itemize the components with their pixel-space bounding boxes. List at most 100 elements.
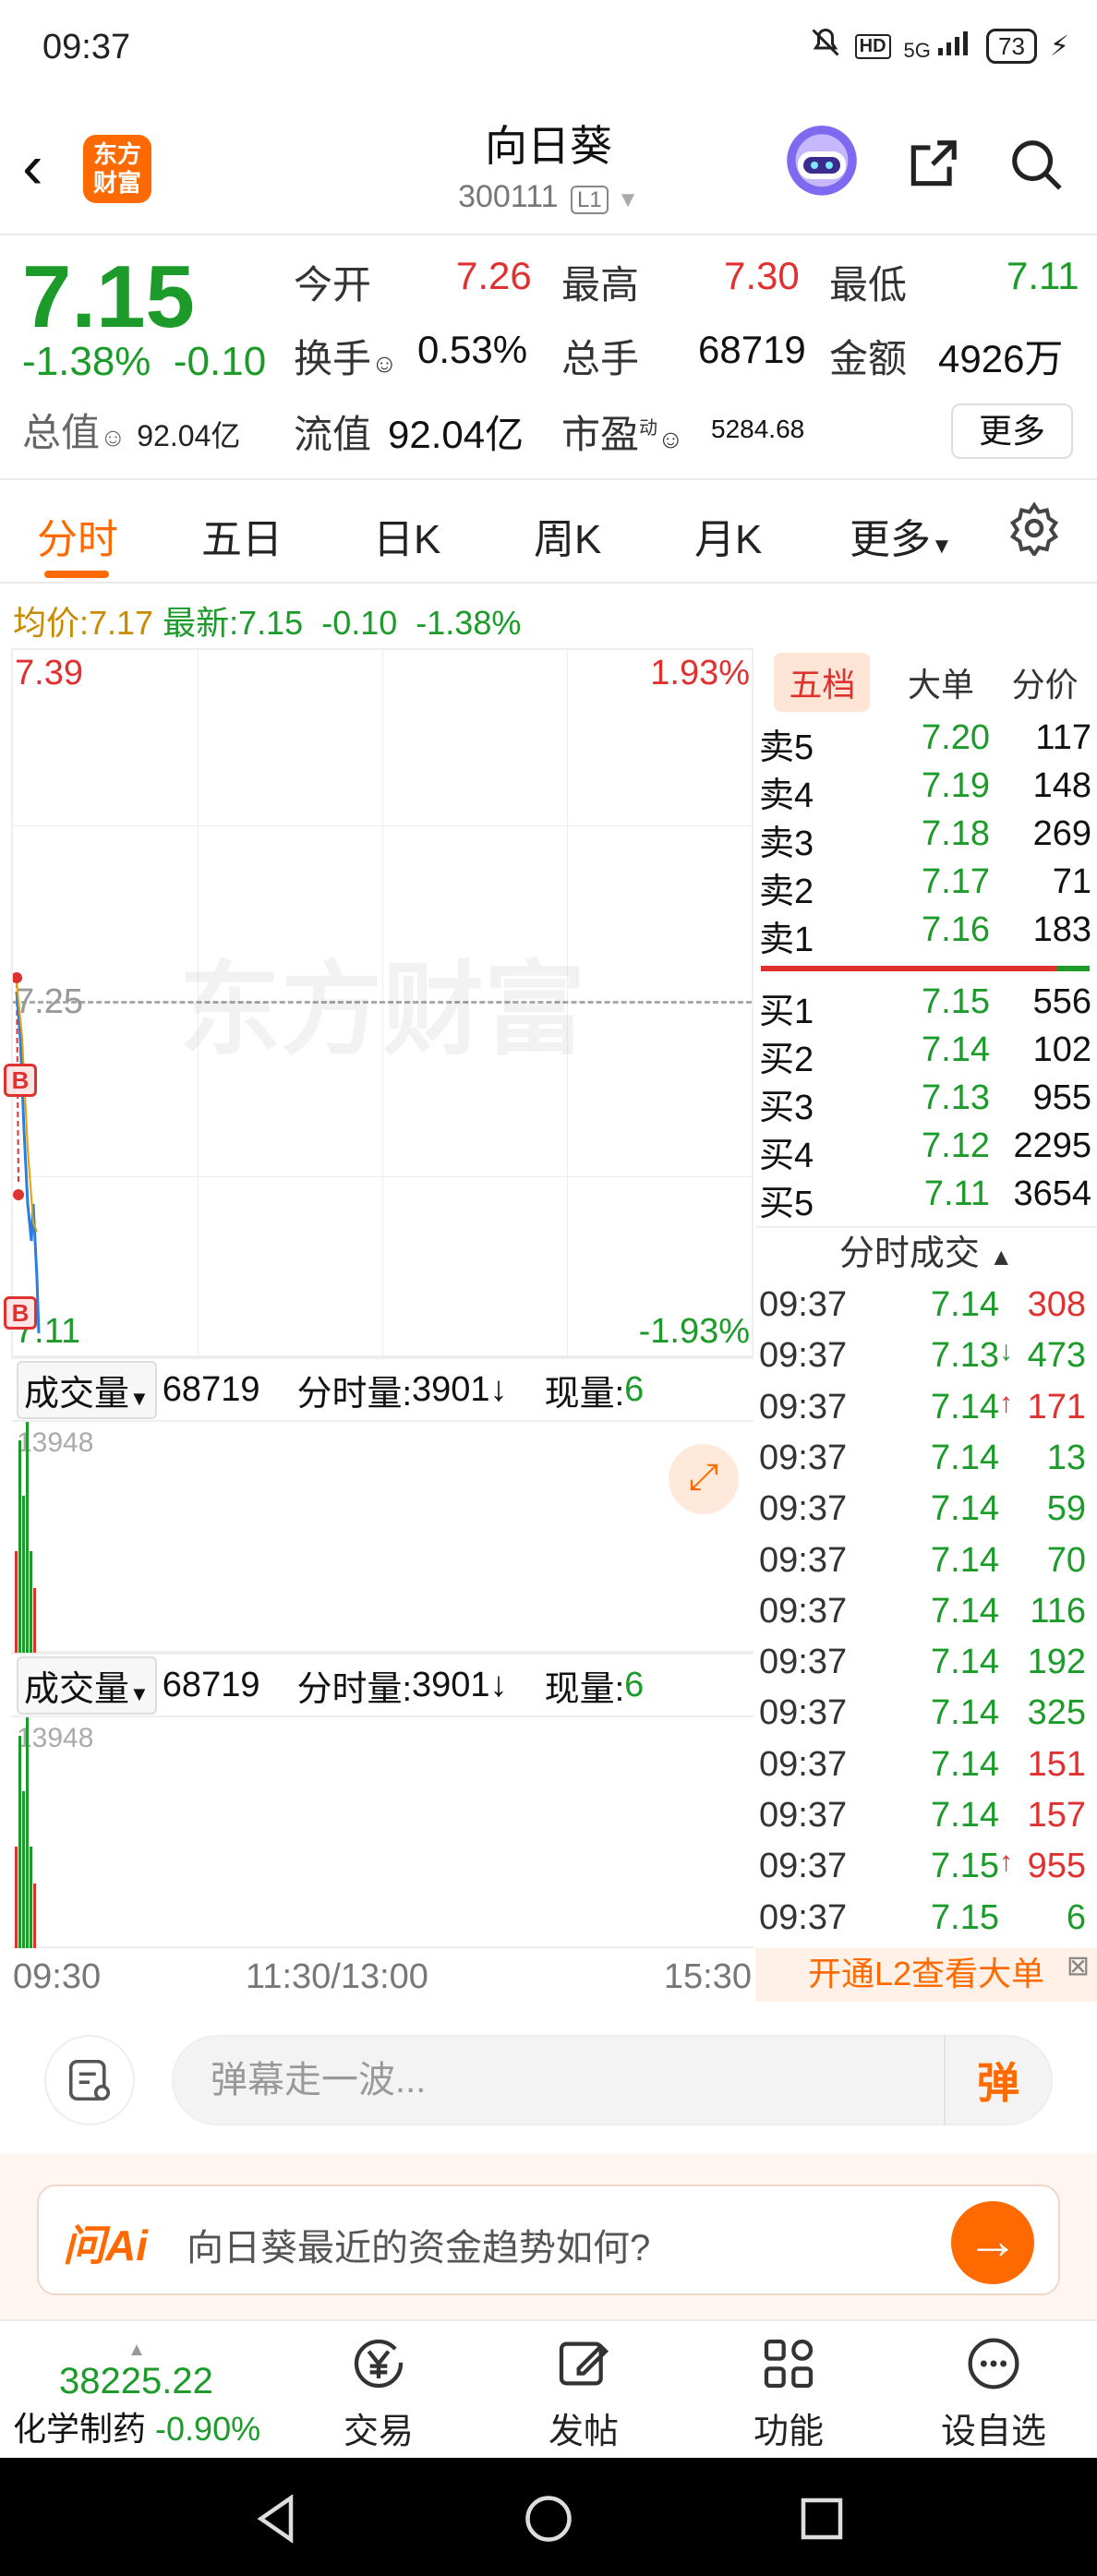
volume-chart[interactable]: 13948 ⤢ — [11, 1422, 753, 1653]
settings-gear-icon[interactable] — [1007, 500, 1062, 566]
volume-chart-2[interactable]: 13948 — [11, 1717, 753, 1948]
fenshi-trades-title[interactable]: 分时成交 ▲ — [755, 1226, 1097, 1278]
trade-volume: 308 — [1027, 1285, 1086, 1324]
market-cap: 总值☺ 92.04亿 — [22, 411, 241, 454]
close-icon[interactable]: ⊠ — [1067, 1950, 1090, 1982]
arrow-right-icon[interactable]: → — [951, 2201, 1034, 2284]
turnover-label: 换手☺ — [294, 337, 398, 380]
grid-icon — [755, 2330, 822, 2397]
bid-row: 买2 7.14 102 — [759, 1030, 1091, 1079]
trade-volume: 325 — [1027, 1693, 1086, 1733]
status-time: 09:37 — [42, 28, 131, 66]
volume-indicator-select-2[interactable]: 成交量▼ — [17, 1655, 157, 1715]
trade-price: 7.13 — [931, 1336, 999, 1376]
danmaku-input[interactable]: 弹幕走一波... — [172, 2035, 1053, 2125]
tab-month-k[interactable]: 月K — [694, 506, 762, 565]
expand-icon[interactable]: ⤢ — [669, 1444, 739, 1514]
edit-icon — [550, 2330, 617, 2397]
trade-time: 09:37 — [759, 1847, 848, 1886]
open-value: 7.26 — [456, 254, 532, 297]
ai-question-box[interactable]: 问Ai 向日葵最近的资金趋势如何? → — [37, 2185, 1060, 2295]
pe-value: 5284.68 — [711, 415, 805, 443]
home-circle-icon[interactable] — [521, 2491, 576, 2546]
buy-marker[interactable]: B — [4, 1296, 37, 1330]
trade-price: 7.15 — [931, 1847, 999, 1886]
trade-price: 7.14 — [931, 1796, 999, 1835]
trade-time: 09:37 — [759, 1643, 848, 1682]
pe-label: 市盈动☺ — [561, 413, 684, 456]
avg-price-line: 均价:7.17 最新:7.15 -0.10 -1.38% — [13, 604, 522, 642]
order-book-panel: 五档 大单 分价 卖5 7.20 117 卖4 7.19 148 卖3 7.18 269 卖… — [755, 648, 1097, 2004]
tab-day-k[interactable]: 日K — [373, 506, 440, 565]
nav-post[interactable]: 发帖 — [519, 2330, 648, 2453]
trade-time: 09:37 — [759, 1438, 848, 1477]
trade-time: 09:37 — [759, 1897, 848, 1937]
tab-big-orders[interactable]: 大单 — [908, 658, 974, 706]
search-icon[interactable] — [997, 126, 1075, 203]
open-l2-banner[interactable]: 开通L2查看大单 — [755, 1948, 1097, 2002]
stock-header: ‹ 东方 财富 向日葵 300111 L1 ▼ — [0, 102, 1097, 235]
float-label: 流值 — [294, 413, 372, 456]
trade-time: 09:37 — [759, 1336, 848, 1376]
trade-price: 7.14 — [931, 1744, 999, 1784]
buy-marker[interactable]: B — [4, 1064, 37, 1097]
trade-row: 09:37 7.14 325 — [759, 1693, 1091, 1744]
trade-volume: 151 — [1027, 1744, 1086, 1784]
trade-volume: 13 — [1046, 1438, 1086, 1477]
trade-row: 09:37 7.15 ↑ 955 — [759, 1847, 1091, 1897]
tab-five-levels[interactable]: 五档 — [774, 653, 871, 712]
trade-arrow: ↓ — [999, 1336, 1013, 1367]
order-book-tabs: 五档 大单 分价 — [755, 648, 1097, 716]
bid-row: 买1 7.15 556 — [759, 982, 1091, 1031]
trade-time: 09:37 — [759, 1540, 848, 1580]
trade-row: 09:37 7.14 ↑ 171 — [759, 1388, 1091, 1438]
trade-time: 09:37 — [759, 1489, 848, 1529]
share-icon[interactable] — [894, 126, 971, 203]
trade-row: 09:37 7.14 192 — [759, 1643, 1091, 1693]
trade-row: 09:37 7.15 6 — [759, 1898, 1091, 1949]
volume-header: 成交量▼ 68719 分时量: 3901 ↓ 现量: 6 — [11, 1357, 753, 1422]
ai-robot-avatar[interactable] — [783, 126, 861, 203]
trade-arrow — [999, 1592, 1012, 1643]
low-label: 最低 — [829, 263, 908, 307]
nav-trade[interactable]: 交易 — [314, 2330, 443, 2453]
sector-index[interactable]: ▲ 38225.22 化学制药 -0.90% — [13, 2340, 260, 2450]
price-change: -1.38% -0.10 — [22, 339, 267, 384]
trade-arrow — [999, 1438, 1012, 1489]
tab-week-k[interactable]: 周K — [534, 506, 601, 565]
tab-fenshi[interactable]: 分时 — [37, 506, 118, 565]
amount-value: 4926万 — [938, 337, 1064, 380]
trade-row: 09:37 7.14 116 — [759, 1592, 1091, 1643]
high-value: 7.30 — [724, 254, 800, 297]
tab-price-dist[interactable]: 分价 — [1012, 658, 1079, 706]
recents-square-icon[interactable] — [794, 2491, 850, 2546]
trade-volume: 955 — [1027, 1847, 1086, 1886]
comment-settings-icon[interactable] — [44, 2035, 135, 2125]
tab-more[interactable]: 更多▼ — [850, 506, 953, 565]
hd-icon: HD — [854, 33, 891, 59]
ai-logo: 问Ai — [63, 2221, 148, 2269]
trade-volume: 192 — [1027, 1643, 1086, 1682]
bid-row: 买3 7.13 955 — [759, 1078, 1091, 1127]
trade-arrow — [999, 1541, 1012, 1592]
intraday-price-chart[interactable]: 东方财富 7.39 1.93% 7.25 7.11 -1.93% B B — [4, 648, 753, 1357]
trade-arrow: ↑ — [999, 1847, 1013, 1878]
time-axis: 09:30 11:30/13:00 15:30 — [13, 1957, 752, 1996]
trade-arrow — [999, 1285, 1012, 1336]
chevron-down-icon: ▼ — [617, 187, 639, 212]
bid-row: 买4 7.12 2295 — [759, 1126, 1091, 1175]
trade-volume: 70 — [1046, 1540, 1086, 1580]
more-quote-button[interactable]: 更多 — [951, 403, 1073, 459]
volume-indicator-select[interactable]: 成交量▼ — [17, 1360, 157, 1419]
nav-add-watchlist[interactable]: 设自选 — [929, 2330, 1058, 2453]
tab-5day[interactable]: 五日 — [201, 506, 283, 565]
bid-ask-ratio-bar — [761, 966, 1090, 971]
trade-arrow: ↑ — [999, 1387, 1013, 1418]
more-dots-icon — [960, 2330, 1027, 2397]
trade-arrow — [999, 1693, 1012, 1744]
back-triangle-icon[interactable] — [249, 2491, 305, 2546]
trade-row: 09:37 7.14 151 — [759, 1745, 1091, 1796]
trade-time: 09:37 — [759, 1591, 848, 1631]
danmaku-toggle-button[interactable]: 弹 — [944, 2035, 1051, 2125]
nav-functions[interactable]: 功能 — [724, 2330, 853, 2453]
